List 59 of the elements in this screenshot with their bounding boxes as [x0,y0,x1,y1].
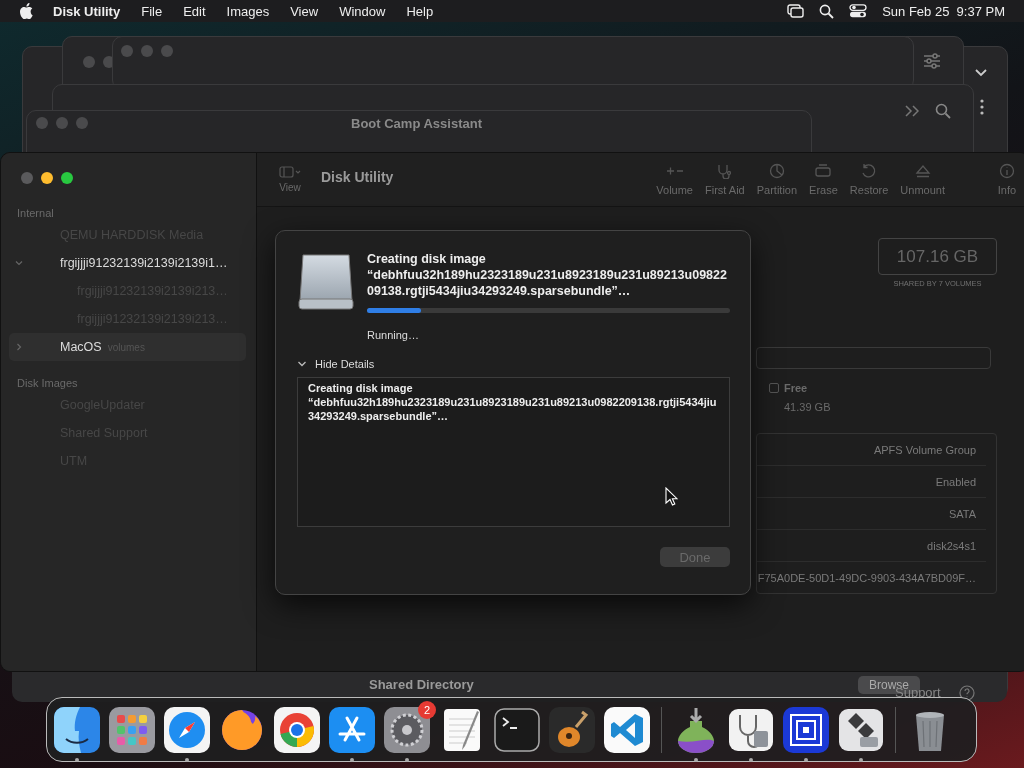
section-label: Shared Directory [369,677,474,692]
pencils-app-icon[interactable] [329,706,375,753]
cursor-icon [665,487,678,507]
drive-icon [297,251,355,311]
chevron-down-icon [297,360,307,368]
drive-icon [813,163,834,179]
details-log: Creating disk image “debhfuu32h189hu2323189u231u8923189u231u89213u0982209138.rgtji5434jiu34293249.sparsebundle”… [297,377,730,527]
table-cell: Enabled [935,475,976,488]
more-icon[interactable] [980,99,984,115]
status-text: Running… [367,329,420,341]
menu-item[interactable]: Images [226,3,270,19]
gear-icon[interactable] [384,706,430,753]
sidebar-item[interactable]: MacOS [60,340,102,354]
section-header: Disk Images [16,376,79,391]
window-title: Disk Utility [321,168,394,185]
window-minimize-button[interactable] [41,172,53,184]
section-header: Internal [16,206,55,221]
menu-item[interactable]: Edit [183,3,206,19]
two-tone-app-icon[interactable] [54,706,100,753]
chevron-down-icon[interactable] [975,69,987,77]
terminal-icon[interactable] [494,706,540,753]
sliders-icon[interactable] [923,53,941,69]
double-chevron-icon[interactable] [905,105,919,117]
capacity-value: 107.16 GB [878,238,997,275]
table-cell: F75A0DE-50D1-49DC-9903-434A7BD09F… [757,571,976,584]
table-cell: disk2s4s1 [927,539,976,552]
window-zoom-button[interactable] [61,172,73,184]
sidebar-item[interactable]: frgijjji91232139i2139i2139i1… [60,256,228,270]
dialog-title: Creating disk image “debhfuu32h189hu2323189u231u8923189u231u89213u0982209138.rgtji5434jiu34293249.sparsebundle”… [367,251,728,299]
menu-item[interactable]: File [141,3,163,19]
window-title: Boot Camp Assistant [351,116,482,131]
legend-label: Free [784,382,808,394]
stethoscope-icon[interactable] [728,706,774,753]
details-toggle[interactable]: Hide Details [297,358,375,370]
apple-logo-icon[interactable] [19,3,33,19]
notification-count: 2 [418,700,436,719]
help-icon[interactable] [959,685,975,701]
windows-icon[interactable] [787,4,805,18]
guitar-icon[interactable] [549,706,595,753]
menu-item[interactable]: Window [339,3,386,19]
table-cell: SATA [948,507,976,520]
menu-item[interactable]: View [290,3,319,19]
ribbon-app-icon[interactable] [604,706,650,753]
legend-swatch [769,383,779,393]
sidebar-icon [279,166,301,178]
info-icon [997,163,1017,179]
grid-app-icon[interactable] [109,706,155,753]
clock[interactable]: Sun Feb 25 9:37 PM [882,3,1005,19]
search-icon[interactable] [819,3,835,19]
app-menu[interactable]: Disk Utility [53,3,121,19]
tiles-icon[interactable] [838,706,884,753]
ring-app-icon[interactable] [274,706,320,753]
view-button[interactable]: View [279,166,301,193]
legend-value: 41.39 GB [783,401,832,413]
table-cell: APFS Volume Group [873,443,976,456]
menu-item[interactable]: Help [406,3,434,19]
compass-icon[interactable] [164,706,210,753]
concentric-squares-icon[interactable] [783,706,829,753]
toggles-icon[interactable] [849,4,868,18]
